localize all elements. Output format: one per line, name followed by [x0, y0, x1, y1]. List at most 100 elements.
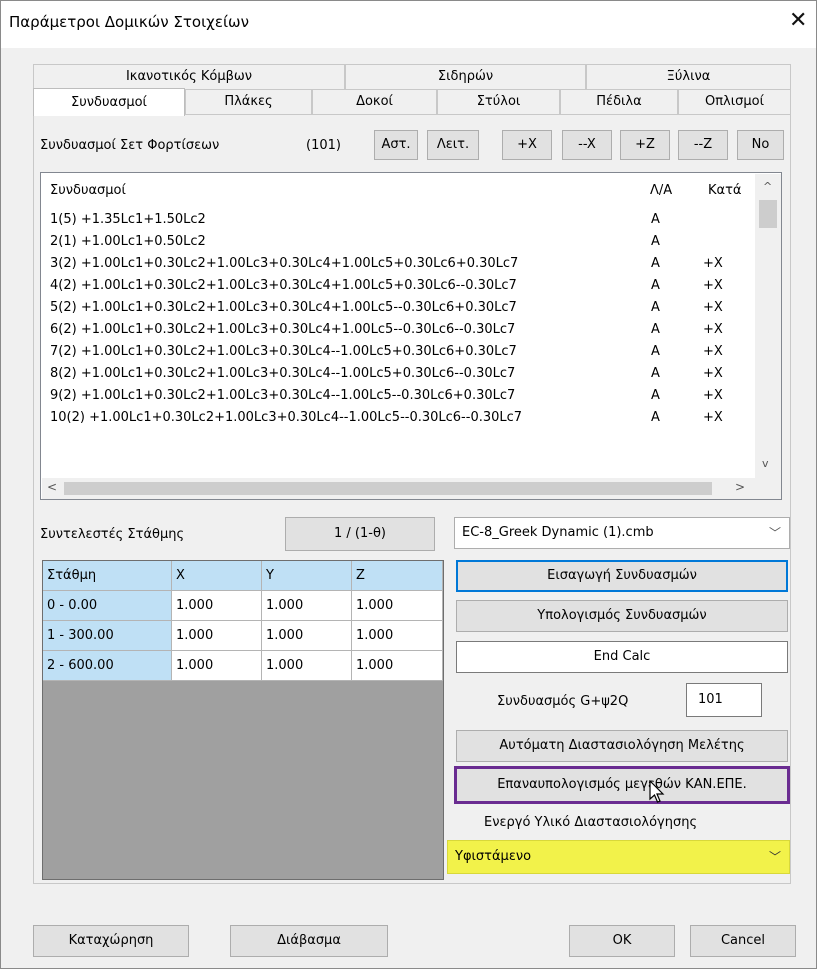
- combination-formula[interactable]: 2(1) +1.00Lc1+0.50Lc2: [50, 231, 206, 253]
- level-factor-cell[interactable]: 1.000: [352, 651, 443, 681]
- scroll-right-icon[interactable]: >: [735, 480, 745, 494]
- save-button[interactable]: Καταχώρηση: [33, 925, 189, 957]
- import-combinations-button[interactable]: Εισαγωγή Συνδυασμών: [456, 560, 788, 592]
- combination-direction[interactable]: +X: [703, 407, 723, 429]
- combination-la[interactable]: A: [651, 341, 660, 363]
- scroll-up-icon[interactable]: ^: [763, 180, 772, 193]
- vertical-scrollbar[interactable]: ^ v: [755, 174, 781, 479]
- combination-formula[interactable]: 5(2) +1.00Lc1+0.30Lc2+1.00Lc3+0.30Lc4+1.…: [50, 297, 517, 319]
- material-value: Υφιστάμενο: [455, 849, 532, 864]
- combination-formula[interactable]: 10(2) +1.00Lc1+0.30Lc2+1.00Lc3+0.30Lc4--…: [50, 407, 522, 429]
- levels-col-header[interactable]: Z: [352, 561, 443, 591]
- combination-la[interactable]: A: [651, 275, 660, 297]
- compute-combinations-button[interactable]: Υπολογισμός Συνδυασμών: [456, 600, 788, 632]
- combination-formula[interactable]: 4(2) +1.00Lc1+0.30Lc2+1.00Lc3+0.30Lc4+1.…: [50, 275, 517, 297]
- levels-table[interactable]: Στάθμη X Y Z 0 - 0.00 1.000 1.000 1.000 1 - 300.…: [42, 560, 444, 880]
- combination-formula[interactable]: 6(2) +1.00Lc1+0.30Lc2+1.00Lc3+0.30Lc4+1.…: [50, 319, 515, 341]
- combination-direction[interactable]: +X: [703, 341, 723, 363]
- ok-button[interactable]: OK: [569, 925, 675, 957]
- chevron-down-icon: ﹀: [768, 850, 781, 864]
- combination-la[interactable]: A: [651, 297, 660, 319]
- combination-la[interactable]: A: [651, 363, 660, 385]
- service-button[interactable]: Λειτ.: [427, 130, 479, 160]
- close-icon[interactable]: ✕: [789, 8, 807, 33]
- level-factor-cell[interactable]: 1.000: [352, 621, 443, 651]
- combination-formula[interactable]: 3(2) +1.00Lc1+0.30Lc2+1.00Lc3+0.30Lc4+1.…: [50, 253, 518, 275]
- combination-la[interactable]: A: [651, 407, 660, 429]
- tab-reinforcement[interactable]: Οπλισμοί: [678, 89, 791, 114]
- combinations-list[interactable]: Συνδυασμοί Λ/Α Κατά 1(5) +1.35Lc1+1.50Lc…: [40, 172, 782, 500]
- scroll-left-icon[interactable]: <: [47, 480, 57, 494]
- combination-formula[interactable]: 1(5) +1.35Lc1+1.50Lc2: [50, 209, 206, 231]
- scroll-down-icon[interactable]: v: [762, 457, 769, 470]
- hscroll-thumb[interactable]: [64, 482, 712, 495]
- mouse-cursor-icon: [648, 779, 666, 804]
- combination-la[interactable]: A: [651, 209, 660, 231]
- col-header-combinations[interactable]: Συνδυασμοί: [50, 183, 126, 198]
- recalc-kanepe-button[interactable]: Επαναυπολογισμός μεγεθών ΚΑΝ.ΕΠΕ.: [454, 766, 790, 804]
- levels-col-header[interactable]: X: [172, 561, 262, 591]
- combo-file-value: EC-8_Greek Dynamic (1).cmb: [462, 525, 654, 540]
- combination-la[interactable]: A: [651, 253, 660, 275]
- scroll-corner: [755, 478, 781, 499]
- levels-col-header[interactable]: Στάθμη: [43, 561, 172, 591]
- end-calc-field: End Calc: [456, 641, 788, 673]
- combination-direction[interactable]: +X: [703, 385, 723, 407]
- tab-steel[interactable]: Σιδηρών: [345, 64, 586, 89]
- combination-direction[interactable]: +X: [703, 275, 723, 297]
- combination-formula[interactable]: 9(2) +1.00Lc1+0.30Lc2+1.00Lc3+0.30Lc4--1…: [50, 385, 515, 407]
- level-factor-cell[interactable]: 1.000: [262, 621, 352, 651]
- horizontal-scrollbar[interactable]: < >: [42, 478, 756, 499]
- active-material-label: Ενεργό Υλικό Διαστασιολόγησης: [484, 815, 698, 830]
- tab-columns[interactable]: Στύλοι: [437, 89, 560, 114]
- material-select[interactable]: Υφιστάμενο ﹀: [447, 840, 790, 874]
- combos-count: (101): [306, 138, 341, 153]
- ultimate-button[interactable]: Αστ.: [374, 130, 418, 160]
- combination-formula[interactable]: 8(2) +1.00Lc1+0.30Lc2+1.00Lc3+0.30Lc4--1…: [50, 363, 515, 385]
- tab-footings[interactable]: Πέδιλα: [560, 89, 678, 114]
- scroll-thumb[interactable]: [759, 200, 777, 228]
- col-header-direction[interactable]: Κατά: [708, 183, 742, 198]
- level-factor-cell[interactable]: 1.000: [262, 651, 352, 681]
- level-factor-cell[interactable]: 1.000: [172, 591, 262, 621]
- minus-x-button[interactable]: --X: [562, 130, 612, 160]
- combination-direction[interactable]: +X: [703, 297, 723, 319]
- tab-slabs[interactable]: Πλάκες: [185, 89, 312, 114]
- minus-z-button[interactable]: --Z: [678, 130, 728, 160]
- combination-la[interactable]: A: [651, 385, 660, 407]
- level-factor-cell[interactable]: 1.000: [352, 591, 443, 621]
- combination-formula[interactable]: 7(2) +1.00Lc1+0.30Lc2+1.00Lc3+0.30Lc4--1…: [50, 341, 517, 363]
- plus-x-button[interactable]: +X: [502, 130, 552, 160]
- combination-direction[interactable]: +X: [703, 253, 723, 275]
- chevron-down-icon: ﹀: [768, 526, 781, 540]
- tab-beams[interactable]: Δοκοί: [312, 89, 437, 114]
- plus-z-button[interactable]: +Z: [620, 130, 670, 160]
- one-over-one-minus-theta-button[interactable]: 1 / (1-θ): [285, 517, 435, 551]
- level-name-cell[interactable]: 0 - 0.00: [43, 591, 172, 621]
- combination-la[interactable]: A: [651, 231, 660, 253]
- level-name-cell[interactable]: 2 - 600.00: [43, 651, 172, 681]
- level-factor-cell[interactable]: 1.000: [262, 591, 352, 621]
- tab-timber[interactable]: Ξύλινα: [586, 64, 791, 89]
- no-button[interactable]: No: [737, 130, 784, 160]
- combos-label: Συνδυασμοί Σετ Φορτίσεων: [40, 138, 220, 153]
- col-header-la[interactable]: Λ/Α: [650, 183, 672, 198]
- level-factors-label: Συντελεστές Στάθμης: [40, 527, 185, 542]
- g-psi2q-input[interactable]: 101: [686, 683, 762, 717]
- g-psi2q-label: Συνδυασμός G+ψ2Q: [497, 694, 629, 709]
- combination-direction[interactable]: +X: [703, 363, 723, 385]
- window-title: Παράμετροι Δομικών Στοιχείων: [9, 13, 249, 31]
- level-factor-cell[interactable]: 1.000: [172, 651, 262, 681]
- tab-combinations[interactable]: Συνδυασμοί: [33, 88, 185, 116]
- level-factor-cell[interactable]: 1.000: [172, 621, 262, 651]
- read-button[interactable]: Διάβασμα: [230, 925, 388, 957]
- tab-capacity-nodes[interactable]: Ικανοτικός Κόμβων: [33, 64, 345, 89]
- combo-file-select[interactable]: EC-8_Greek Dynamic (1).cmb ﹀: [454, 517, 790, 549]
- level-name-cell[interactable]: 1 - 300.00: [43, 621, 172, 651]
- list-header: Συνδυασμοί Λ/Α Κατά: [42, 174, 756, 208]
- combination-direction[interactable]: +X: [703, 319, 723, 341]
- combination-la[interactable]: A: [651, 319, 660, 341]
- auto-design-button[interactable]: Αυτόματη Διαστασιολόγηση Μελέτης: [456, 730, 788, 762]
- cancel-button[interactable]: Cancel: [690, 925, 796, 957]
- levels-col-header[interactable]: Y: [262, 561, 352, 591]
